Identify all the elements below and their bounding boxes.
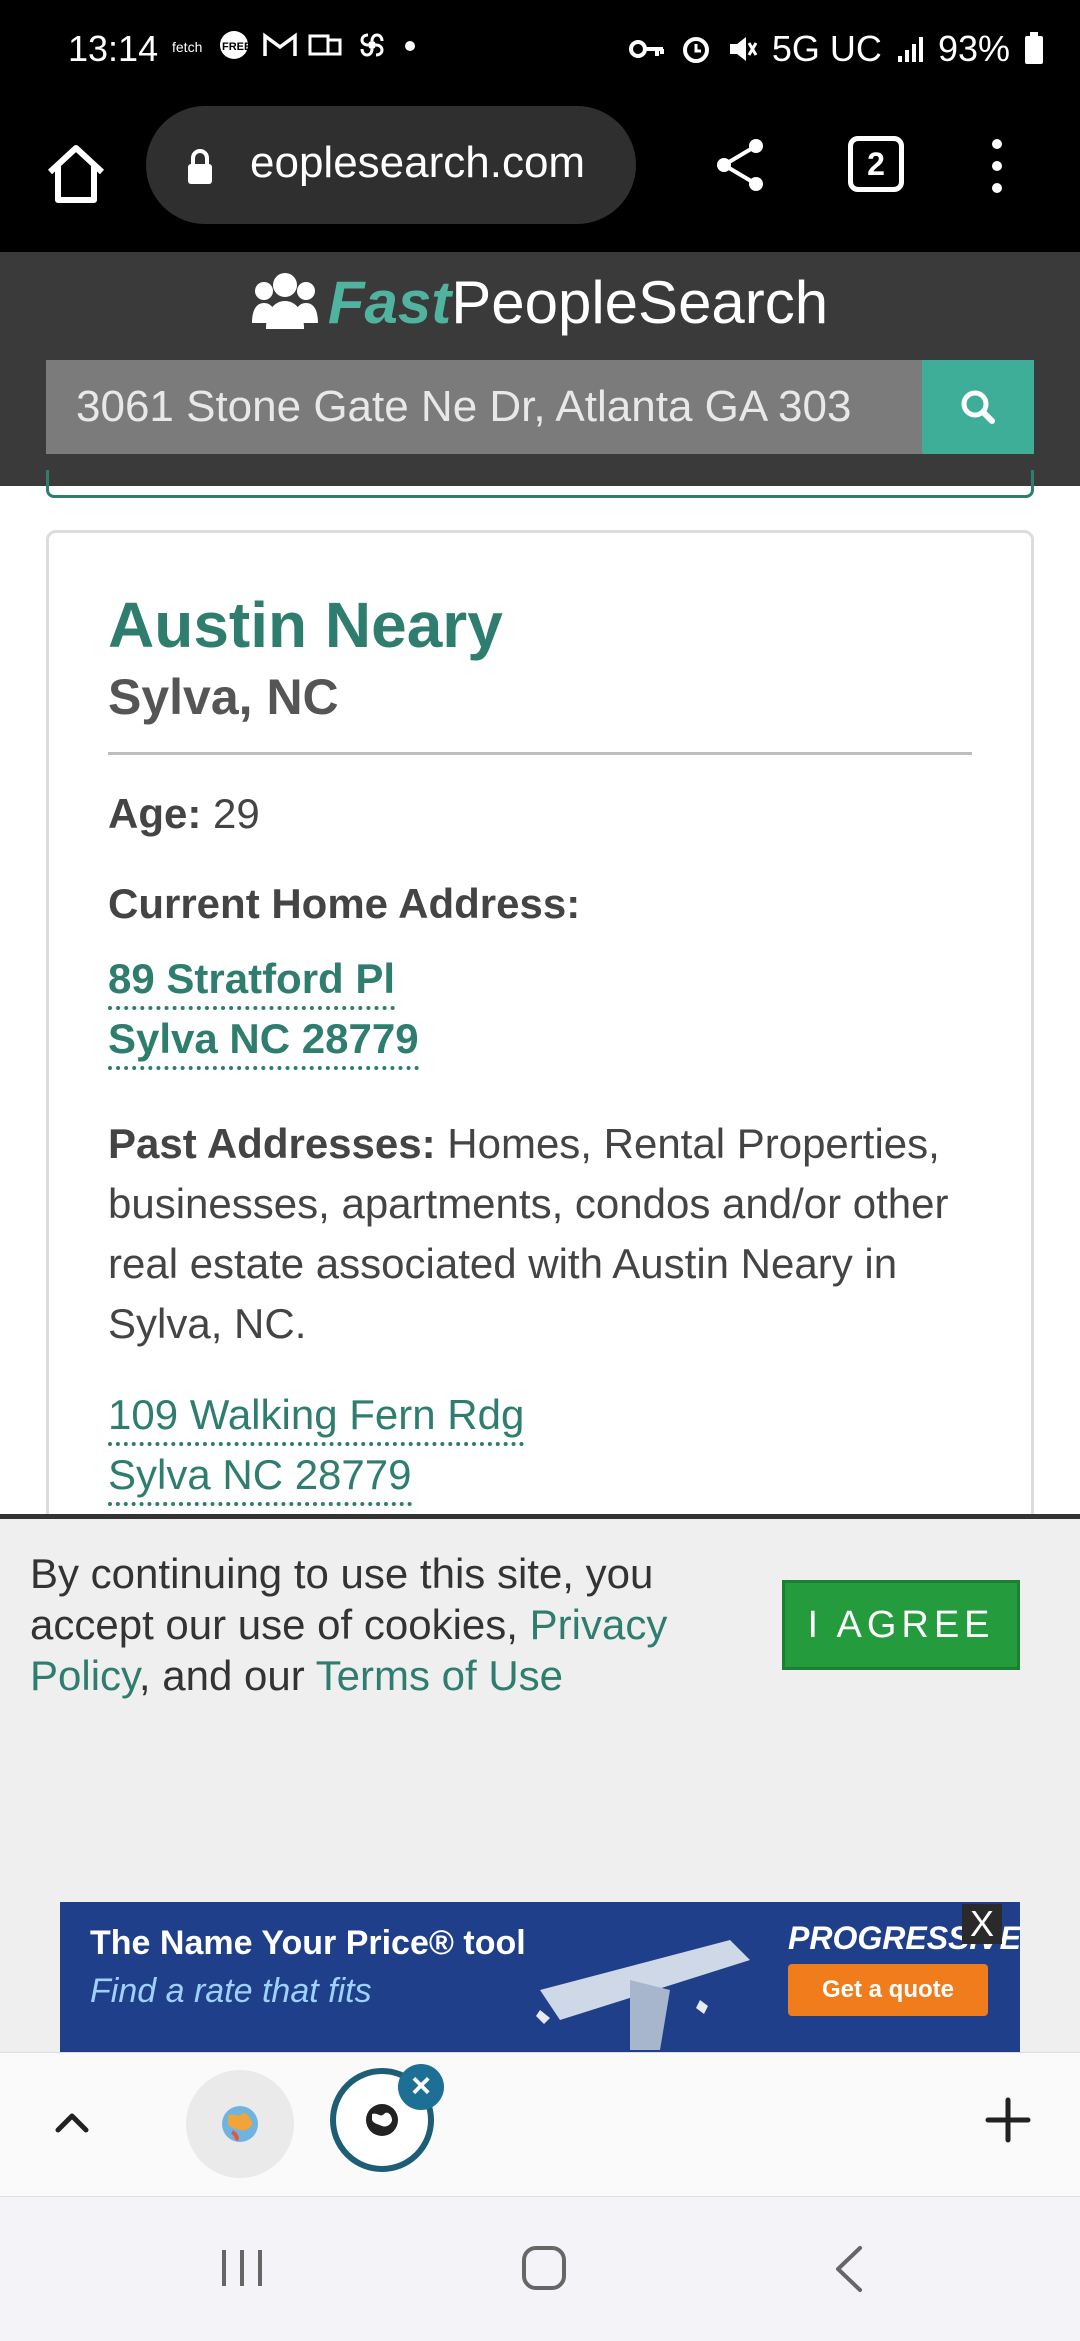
pinwheel-icon (360, 33, 384, 57)
home-icon[interactable] (40, 138, 112, 210)
tab-thumbnail[interactable] (186, 2070, 294, 2178)
ad-title: The Name Your Price® tool (90, 1924, 526, 1962)
status-time: 13:14 (68, 28, 159, 69)
close-tab-icon[interactable]: × (398, 2064, 444, 2110)
tab-switcher-button[interactable]: 2 (848, 136, 904, 192)
svg-text:fetch: fetch (172, 39, 202, 55)
globe-icon (222, 2106, 258, 2142)
search-button[interactable] (922, 360, 1034, 454)
ad-graphic (536, 1940, 750, 2050)
ad-banner[interactable]: The Name Your Price® tool Find a rate th… (60, 1902, 1020, 2052)
fetch-icon: fetch (172, 39, 202, 55)
recents-icon[interactable] (218, 2246, 266, 2290)
person-location: Sylva, NC (108, 669, 339, 725)
new-tab-icon[interactable] (984, 2096, 1032, 2144)
ad-subtitle: Find a rate that fits (90, 1972, 372, 2010)
ad-get-quote-button[interactable]: Get a quote (788, 1964, 988, 2016)
network-type: 5G UC (771, 28, 882, 69)
signal-icon (897, 37, 923, 62)
search-icon (961, 390, 995, 424)
users-icon (251, 273, 318, 329)
current-address-line2-link[interactable]: Sylva NC 28779 (108, 1012, 419, 1070)
outlook-icon (308, 34, 342, 56)
dot-icon (405, 41, 415, 51)
notification-icons: fetch FREE (172, 30, 420, 60)
cookie-text-part2: , and our (138, 1652, 316, 1699)
age-value: 29 (213, 790, 260, 837)
home-nav-icon[interactable] (520, 2244, 568, 2292)
back-icon[interactable] (830, 2244, 866, 2294)
url-text[interactable]: eoplesearch.com (250, 138, 620, 188)
past-addresses-text: Past Addresses: Homes, Rental Properties… (108, 1114, 988, 1354)
logo-fast: Fast (327, 269, 452, 336)
svg-text:FREE: FREE (222, 41, 251, 53)
terms-of-use-link[interactable]: Terms of Use (316, 1652, 563, 1699)
alarm-icon (682, 37, 709, 63)
search-input[interactable]: 3061 Stone Gate Ne Dr, Atlanta GA 303 (46, 360, 922, 454)
more-menu-icon[interactable] (982, 136, 1012, 196)
past-address-line1-link[interactable]: 109 Walking Fern Rdg (108, 1388, 525, 1446)
mute-icon (729, 37, 758, 61)
previous-card-edge (46, 470, 1034, 498)
chevron-up-icon[interactable] (50, 2100, 94, 2144)
past-addresses-label: Past Addresses: (108, 1120, 436, 1167)
free-icon: FREE (220, 31, 251, 59)
gmail-icon (263, 32, 297, 56)
past-address-line2-link[interactable]: Sylva NC 28779 (108, 1448, 412, 1506)
battery-icon (1025, 32, 1043, 64)
status-bar: 13:14 fetch FREE 5G UC 93% (0, 0, 1080, 104)
key-icon (628, 40, 664, 58)
share-icon[interactable] (712, 136, 770, 194)
divider (108, 752, 972, 755)
current-address-label: Current Home Address: (108, 880, 581, 927)
status-right: 5G UC 93% (628, 28, 1044, 70)
ad-close-button[interactable]: X (962, 1904, 1002, 1944)
tab-bar (0, 2052, 1080, 2197)
age-line: Age: 29 (108, 790, 260, 838)
cookie-text: By continuing to use this site, you acce… (30, 1548, 730, 1701)
logo-peoplesearch: PeopleSearch (451, 269, 829, 336)
agree-button[interactable]: I AGREE (782, 1580, 1020, 1670)
battery-percent: 93% (937, 28, 1010, 69)
current-address-line1-link[interactable]: 89 Stratford Pl (108, 952, 396, 1010)
age-label: Age: (108, 790, 202, 837)
site-logo[interactable]: FastPeopleSearch (0, 268, 1080, 337)
lock-icon (188, 149, 212, 184)
person-name[interactable]: Austin Neary (108, 588, 503, 662)
